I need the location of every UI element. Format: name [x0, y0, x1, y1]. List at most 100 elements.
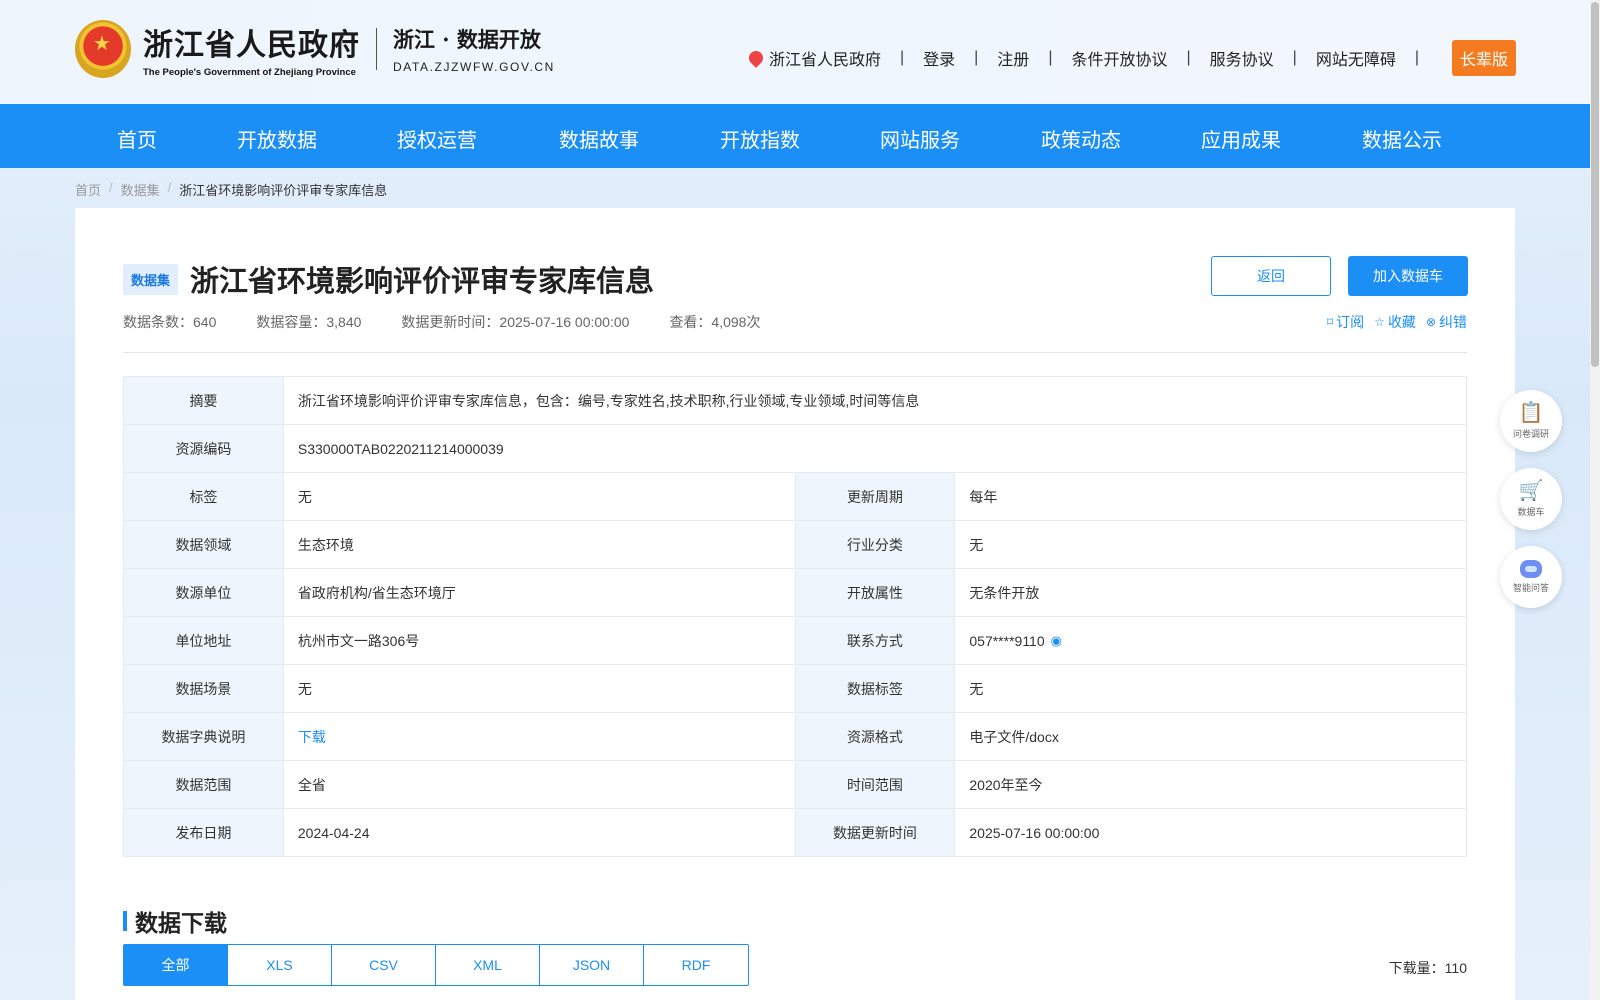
field-value: 杭州市文一路306号	[283, 617, 796, 665]
nav-home[interactable]: 首页	[117, 124, 157, 153]
site-name: 浙江 · 数据开放 DATA.ZJZWFW.GOV.CN	[393, 24, 555, 74]
link-service-agreement[interactable]: 服务协议	[1210, 46, 1274, 70]
separator: |	[1292, 49, 1297, 66]
data-cart-widget-button[interactable]: 🛒 数据车	[1500, 468, 1562, 530]
field-value: 生态环境	[283, 521, 796, 569]
site-name-cn: 浙江 · 数据开放	[393, 27, 541, 52]
resource-code-value: S330000TAB0220211214000039	[283, 425, 1467, 473]
field-value: 无	[283, 665, 796, 713]
separator: |	[1186, 49, 1191, 66]
page-title: 浙江省环境影响评价评审专家库信息	[190, 264, 655, 298]
table-row: 发布日期 2024-04-24 数据更新时间 2025-07-16 00:00:…	[124, 809, 1467, 857]
tab-rdf[interactable]: RDF	[644, 945, 748, 985]
field-label: 资源格式	[795, 713, 956, 761]
table-row: 单位地址 杭州市文一路306号 联系方式 057****9110 ◉	[124, 617, 1467, 665]
top-links: 浙江省人民政府 | 登录 | 注册 | 条件开放协议 | 服务协议 | 网站无障…	[746, 40, 1516, 76]
title-row: 数据集 浙江省环境影响评价评审专家库信息	[123, 258, 654, 300]
breadcrumb-home[interactable]: 首页	[75, 180, 101, 199]
field-label: 标签	[124, 473, 284, 521]
add-to-data-cart-button[interactable]: 加入数据车	[1348, 256, 1468, 296]
subscribe-button[interactable]: ⌑ 订阅	[1327, 312, 1364, 332]
field-value: 2024-04-24	[283, 809, 796, 857]
field-value: 2020年至今	[955, 761, 1467, 809]
field-label: 数源单位	[124, 569, 284, 617]
divider	[123, 352, 1467, 353]
data-cart-label: 数据车	[1517, 507, 1545, 517]
link-register[interactable]: 注册	[997, 46, 1029, 70]
nav-data-announcements[interactable]: 数据公示	[1362, 124, 1442, 153]
field-label: 时间范围	[795, 761, 956, 809]
tab-all[interactable]: 全部	[124, 945, 228, 985]
location-pin-icon	[746, 48, 766, 68]
page-scrollbar[interactable]	[1590, 0, 1600, 1000]
clipboard-icon: 📋	[1518, 402, 1544, 424]
table-row: 数据领域 生态环境 行业分类 无	[124, 521, 1467, 569]
separator: |	[899, 49, 905, 66]
dictionary-download-link[interactable]: 下载	[298, 727, 326, 747]
field-label: 数据字典说明	[124, 713, 284, 761]
nav-open-index[interactable]: 开放指数	[720, 124, 800, 153]
field-value: 电子文件/docx	[955, 713, 1467, 761]
favorite-button[interactable]: ☆ 收藏	[1374, 312, 1416, 332]
eye-icon[interactable]: ◉	[1051, 633, 1062, 649]
nav-data-stories[interactable]: 数据故事	[559, 124, 639, 153]
subscribe-label: 订阅	[1336, 314, 1365, 330]
separator: |	[1414, 49, 1419, 66]
main-nav: 首页 开放数据 授权运营 数据故事 开放指数 网站服务 政策动态 应用成果 数据…	[0, 104, 1590, 168]
dictionary-cell: 下载	[283, 713, 796, 761]
nav-open-data[interactable]: 开放数据	[237, 124, 317, 153]
download-section-title: 数据下载	[123, 904, 227, 938]
robot-icon	[1520, 560, 1542, 578]
breadcrumb-datasets[interactable]: 数据集	[121, 180, 160, 199]
separator: |	[974, 49, 979, 66]
table-row: 数据场景 无 数据标签 无	[124, 665, 1467, 713]
tab-json[interactable]: JSON	[540, 945, 644, 985]
record-count: 数据条数：640	[123, 314, 217, 330]
contact-value: 057****9110 ◉	[955, 617, 1467, 665]
dataset-meta: 数据条数：640 数据容量：3,840 数据更新时间：2025-07-16 00…	[123, 312, 800, 332]
nav-site-services[interactable]: 网站服务	[880, 124, 960, 153]
link-accessibility[interactable]: 网站无障碍	[1316, 46, 1396, 70]
field-value: 2025-07-16 00:00:00	[955, 809, 1467, 857]
scrollbar-thumb[interactable]	[1591, 2, 1599, 367]
table-row: 数据字典说明 下载 资源格式 电子文件/docx	[124, 713, 1467, 761]
site-header: 浙江省人民政府 The People's Government of Zheji…	[0, 0, 1600, 104]
tab-xls[interactable]: XLS	[228, 945, 332, 985]
field-label: 行业分类	[795, 521, 956, 569]
favorite-label: 收藏	[1387, 314, 1416, 330]
nav-app-results[interactable]: 应用成果	[1201, 124, 1281, 153]
field-value: 无	[283, 473, 796, 521]
elder-mode-button[interactable]: 长辈版	[1451, 40, 1516, 76]
cart-icon: 🛒	[1518, 480, 1544, 502]
nav-policy-news[interactable]: 政策动态	[1041, 124, 1121, 153]
back-button[interactable]: 返回	[1211, 256, 1331, 296]
table-row: 数据范围 全省 时间范围 2020年至今	[124, 761, 1467, 809]
link-provincial-gov[interactable]: 浙江省人民政府	[769, 46, 881, 70]
field-label: 发布日期	[124, 809, 284, 857]
smart-qa-label: 智能问答	[1512, 583, 1549, 593]
link-login[interactable]: 登录	[923, 46, 955, 70]
field-label: 开放属性	[795, 569, 956, 617]
field-label: 数据范围	[124, 761, 284, 809]
tab-csv[interactable]: CSV	[332, 945, 436, 985]
link-conditional-agreement[interactable]: 条件开放协议	[1071, 46, 1167, 70]
dataset-type-badge: 数据集	[123, 263, 179, 295]
tab-xml[interactable]: XML	[436, 945, 540, 985]
view-count: 查看：4,098次	[669, 314, 761, 330]
field-label: 数据领域	[124, 521, 284, 569]
download-title: 数据下载	[135, 910, 227, 937]
field-label: 单位地址	[124, 617, 284, 665]
site-logo[interactable]: 浙江省人民政府 The People's Government of Zheji…	[75, 20, 555, 78]
national-emblem-icon	[75, 20, 131, 78]
smart-qa-widget-button[interactable]: 智能问答	[1500, 546, 1562, 608]
field-value: 全省	[283, 761, 796, 809]
title-accent-bar	[123, 911, 127, 931]
nav-authorized-operation[interactable]: 授权运营	[397, 124, 477, 153]
format-tabs: 全部 XLS CSV XML JSON RDF	[123, 944, 749, 986]
table-row: 资源编码 S330000TAB0220211214000039	[124, 425, 1467, 473]
survey-widget-button[interactable]: 📋 问卷调研	[1500, 390, 1562, 452]
gov-name: 浙江省人民政府 The People's Government of Zheji…	[143, 20, 360, 78]
table-row: 标签 无 更新周期 每年	[124, 473, 1467, 521]
gov-name-cn: 浙江省人民政府	[143, 28, 360, 63]
report-error-button[interactable]: ⊗ 纠错	[1426, 312, 1467, 332]
